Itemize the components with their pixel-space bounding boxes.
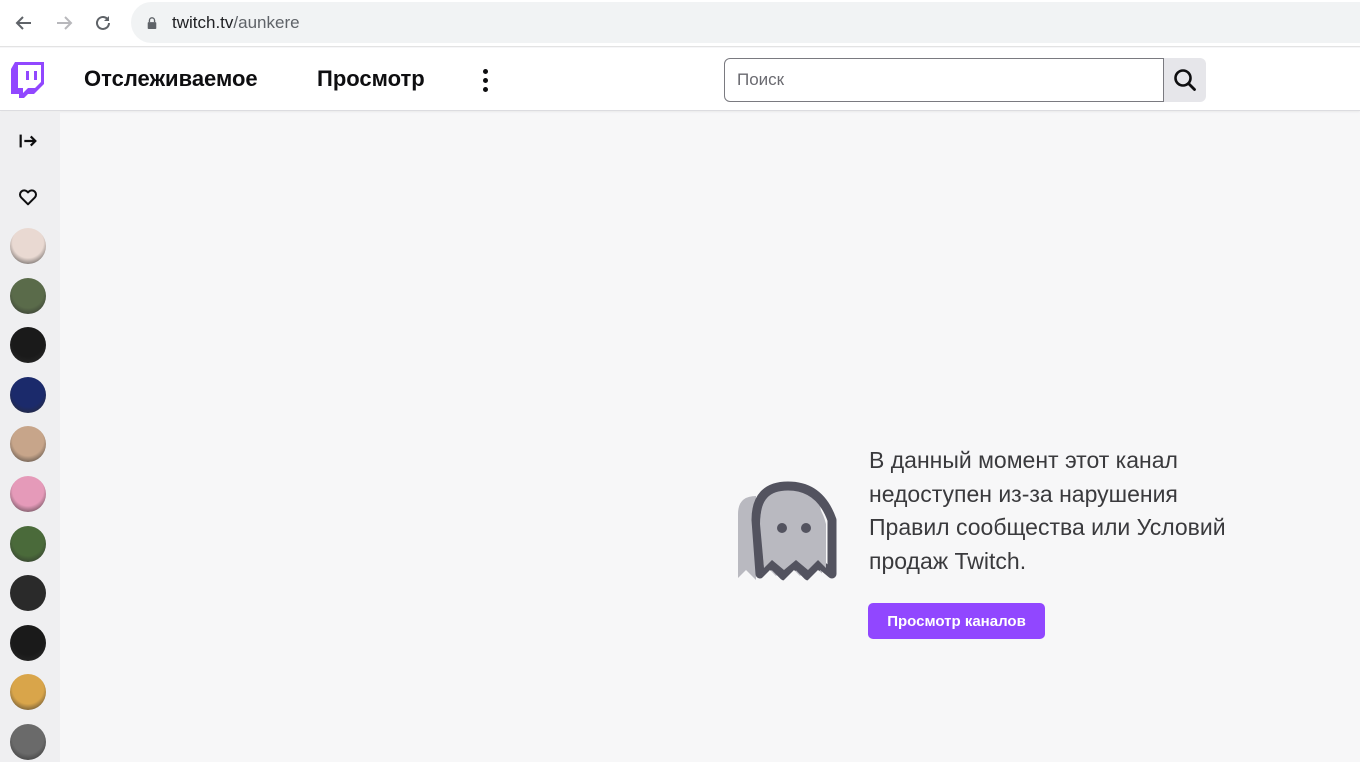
followed-channel-5-avatar[interactable] xyxy=(10,426,46,463)
expand-arrow-icon xyxy=(19,134,37,148)
forward-button[interactable] xyxy=(49,8,79,38)
followed-channel-10-avatar[interactable] xyxy=(10,674,46,711)
channel-unavailable-message: В данный момент этот канал недоступен из… xyxy=(869,447,1226,574)
followed-channel-2-avatar[interactable] xyxy=(10,277,46,314)
reload-icon xyxy=(96,15,110,30)
search-input[interactable] xyxy=(724,58,1164,102)
followed-channel-11-avatar[interactable] xyxy=(10,724,46,760)
followed-channels-heart xyxy=(14,183,42,211)
followed-channel-8-avatar[interactable] xyxy=(10,575,46,612)
heart-icon xyxy=(19,189,37,206)
followed-channel-1-avatar[interactable] xyxy=(10,228,46,264)
ghost-illustration-icon xyxy=(736,481,837,598)
arrow-right-icon xyxy=(57,16,73,30)
search-button[interactable] xyxy=(1164,58,1206,102)
followed-channel-7-avatar[interactable] xyxy=(10,525,46,562)
followed-channel-9-avatar[interactable] xyxy=(10,624,46,661)
twitch-logo-icon[interactable] xyxy=(11,62,44,98)
back-button[interactable] xyxy=(9,8,39,38)
url-text: twitch.tv/aunkere xyxy=(172,13,300,33)
followed-channel-6-avatar[interactable] xyxy=(10,476,46,512)
arrow-left-icon xyxy=(15,16,31,30)
search-icon xyxy=(1174,69,1196,91)
followed-channel-4-avatar[interactable] xyxy=(10,376,46,413)
collapsed-sidebar xyxy=(0,112,60,762)
url-path: /aunkere xyxy=(233,12,300,32)
expand-sidebar-button[interactable] xyxy=(14,127,42,155)
address-bar[interactable]: twitch.tv/aunkere xyxy=(131,2,1360,43)
browse-channels-button[interactable]: Просмотр каналов xyxy=(868,603,1045,639)
nav-browse-link[interactable]: Просмотр xyxy=(317,66,425,92)
nav-following-link[interactable]: Отслеживаемое xyxy=(84,66,258,92)
lock-icon xyxy=(146,16,160,30)
more-menu-icon[interactable] xyxy=(474,65,496,95)
top-navigation: Отслеживаемое Просмотр xyxy=(0,48,1360,111)
followed-channel-3-avatar[interactable] xyxy=(10,327,46,364)
url-host: twitch.tv xyxy=(172,12,234,32)
browser-toolbar: twitch.tv/aunkere xyxy=(0,0,1360,47)
reload-button[interactable] xyxy=(88,8,118,38)
